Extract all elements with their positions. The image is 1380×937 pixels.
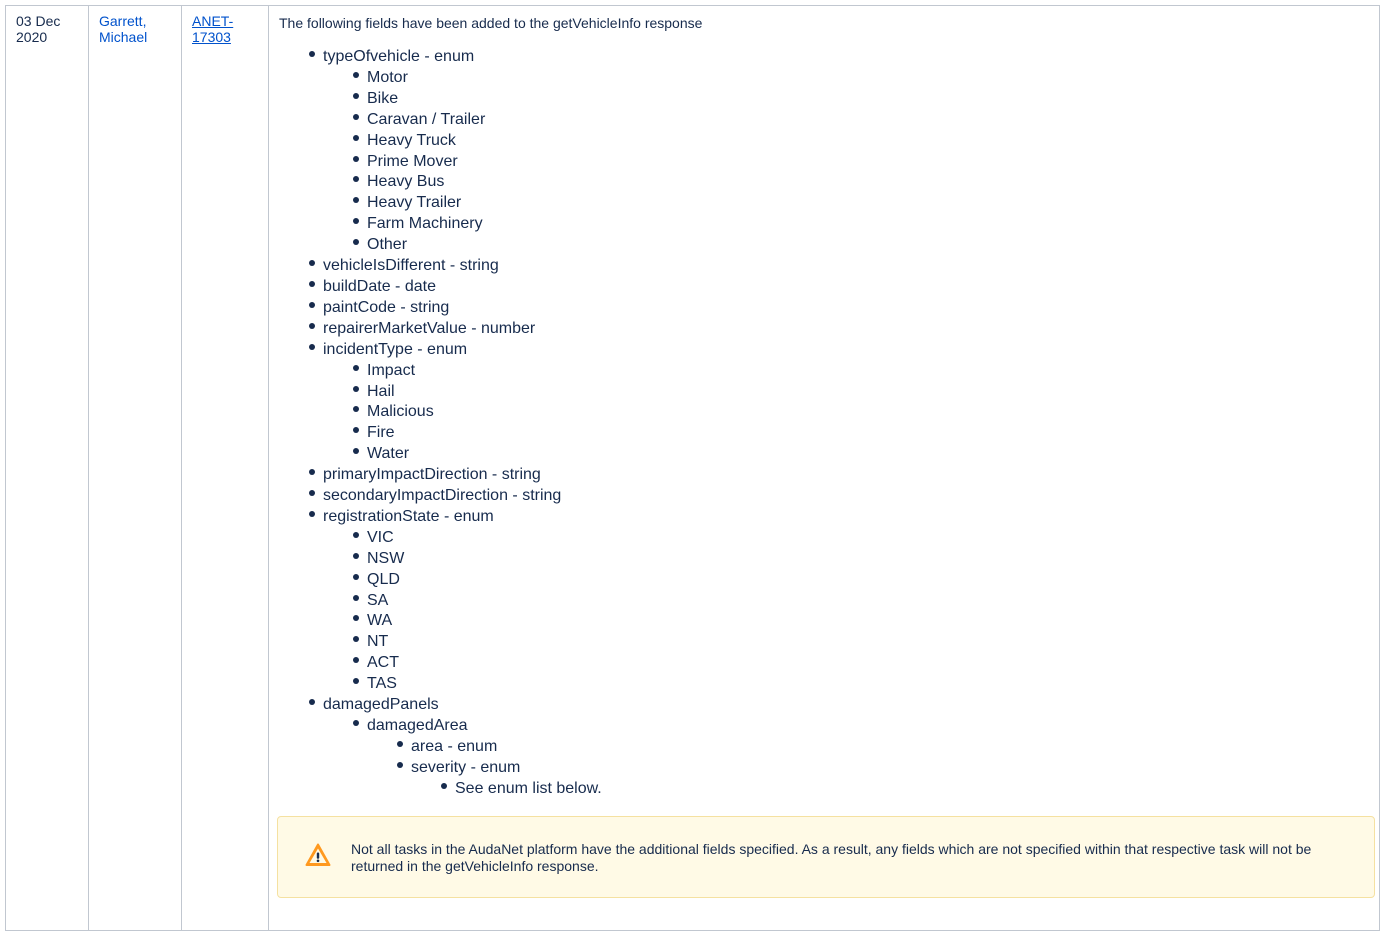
list-item: TAS bbox=[353, 674, 1369, 695]
list-item: WA bbox=[353, 611, 1369, 632]
list-item-label: area - enum bbox=[411, 737, 498, 755]
list-item-label: incidentType - enum bbox=[323, 340, 468, 358]
list-item: Fire bbox=[353, 423, 1369, 444]
list-item: Motor bbox=[353, 68, 1369, 89]
list-item-label: Motor bbox=[367, 68, 408, 86]
list-item: typeOfvehicle - enum Motor Bike Caravan / T… bbox=[309, 47, 1369, 256]
list-item: Hail bbox=[353, 382, 1369, 403]
list-item: Other bbox=[353, 235, 1369, 256]
list-item: QLD bbox=[353, 570, 1369, 591]
list-item-label: Fire bbox=[367, 424, 395, 442]
list-item: Prime Mover bbox=[353, 152, 1369, 173]
list-item-label: secondaryImpactDirection - string bbox=[323, 487, 562, 505]
warning-panel: Not all tasks in the AudaNet platform ha… bbox=[277, 815, 1375, 898]
list-item-label: repairerMarketValue - number bbox=[323, 319, 536, 337]
nested-list: VIC NSW QLD SA WA NT ACT TAS bbox=[323, 528, 1369, 695]
ticket-link[interactable]: ANET- 17303 bbox=[192, 13, 258, 45]
list-item: severity - enum See enum list below. bbox=[397, 758, 1369, 800]
list-item-label: Prime Mover bbox=[367, 152, 458, 170]
list-item: secondaryImpactDirection - string bbox=[309, 486, 1369, 507]
list-item-label: Bike bbox=[367, 89, 399, 107]
list-item: SA bbox=[353, 591, 1369, 612]
list-item-label: buildDate - date bbox=[323, 277, 436, 295]
list-item-label: severity - enum bbox=[411, 758, 521, 776]
list-item: primaryImpactDirection - string bbox=[309, 465, 1369, 486]
list-item-label: primaryImpactDirection - string bbox=[323, 466, 541, 484]
list-item-label: Malicious bbox=[367, 403, 434, 421]
list-item: buildDate - date bbox=[309, 277, 1369, 298]
list-item-label: TAS bbox=[367, 675, 397, 693]
author-cell: Garrett, Michael bbox=[88, 5, 182, 931]
list-item-label: NT bbox=[367, 633, 389, 651]
list-item-label: Heavy Truck bbox=[367, 131, 456, 149]
list-item-label: Other bbox=[367, 236, 408, 254]
nested-list: area - enum severity - enum See enum list … bbox=[367, 737, 1369, 800]
list-item-label: damagedPanels bbox=[323, 696, 439, 714]
list-item-label: ACT bbox=[367, 654, 399, 672]
list-item-label: Heavy Bus bbox=[367, 173, 445, 191]
ticket-cell: ANET- 17303 bbox=[181, 5, 269, 931]
list-item-label: Caravan / Trailer bbox=[367, 110, 486, 128]
nested-list: Impact Hail Malicious Fire Water bbox=[323, 361, 1369, 466]
list-item: Heavy Trailer bbox=[353, 193, 1369, 214]
author-first-name: Michael bbox=[99, 29, 148, 45]
list-item: ACT bbox=[353, 653, 1369, 674]
list-item-label: registrationState - enum bbox=[323, 507, 494, 525]
list-item-label: damagedArea bbox=[367, 717, 468, 734]
list-item: VIC bbox=[353, 528, 1369, 549]
list-item: repairerMarketValue - number bbox=[309, 319, 1369, 340]
list-item: damagedArea area - enum severity - enum See… bbox=[353, 716, 1369, 800]
list-item-label: WA bbox=[367, 612, 393, 630]
list-item: Farm Machinery bbox=[353, 214, 1369, 235]
list-item-label: QLD bbox=[367, 570, 400, 588]
list-item-label: paintCode - string bbox=[323, 298, 450, 316]
list-item: Impact bbox=[353, 361, 1369, 382]
date-year: 2020 bbox=[16, 29, 48, 45]
list-item: registrationState - enum VIC NSW QLD SA WA NT A… bbox=[309, 507, 1369, 695]
list-item: area - enum bbox=[397, 737, 1369, 758]
list-item-label: NSW bbox=[367, 549, 405, 567]
list-item: Malicious bbox=[353, 402, 1369, 423]
list-item-label: Impact bbox=[367, 361, 416, 379]
list-item-label: Heavy Trailer bbox=[367, 194, 462, 212]
nested-list: See enum list below. bbox=[411, 779, 1369, 800]
warning-triangle-icon bbox=[305, 843, 331, 866]
author-link[interactable]: Garrett, Michael bbox=[99, 13, 171, 45]
nested-list: damagedArea area - enum severity - enum See… bbox=[323, 716, 1369, 800]
list-item-label: Water bbox=[367, 445, 410, 463]
list-item: NT bbox=[353, 632, 1369, 653]
list-item-label: See enum list below. bbox=[455, 779, 602, 797]
nested-list: Motor Bike Caravan / Trailer Heavy Truck Pri… bbox=[323, 68, 1369, 256]
list-item-label: Hail bbox=[367, 382, 395, 400]
list-item: damagedPanels damagedArea area - enum sever… bbox=[309, 695, 1369, 800]
warning-text: Not all tasks in the AudaNet platform ha… bbox=[351, 840, 1312, 874]
changelog-table: 03 Dec 2020 Garrett, Michael ANET- 17303 bbox=[5, 5, 1380, 931]
list-item: Heavy Truck bbox=[353, 131, 1369, 152]
list-item-label: typeOfvehicle - enum bbox=[323, 48, 475, 65]
list-item: incidentType - enum Impact Hail Malicious Fi… bbox=[309, 340, 1369, 466]
description-intro: The following fields have been added to … bbox=[279, 15, 703, 31]
list-item: Caravan / Trailer bbox=[353, 110, 1369, 131]
field-list: typeOfvehicle - enum Motor Bike Caravan / T… bbox=[279, 47, 1369, 800]
ticket-number: 17303 bbox=[192, 29, 231, 45]
list-item-label: VIC bbox=[367, 528, 394, 546]
author-last-name: Garrett, bbox=[99, 13, 147, 29]
list-item: paintCode - string bbox=[309, 298, 1369, 319]
list-item: Heavy Bus bbox=[353, 172, 1369, 193]
list-item-label: Farm Machinery bbox=[367, 215, 483, 233]
list-item: Water bbox=[353, 444, 1369, 465]
date-day-month: 03 Dec bbox=[16, 13, 61, 29]
ticket-prefix: ANET- bbox=[192, 13, 234, 29]
date-cell: 03 Dec 2020 bbox=[5, 5, 89, 931]
table-row: 03 Dec 2020 Garrett, Michael ANET- 17303 bbox=[5, 5, 1380, 931]
description-cell: The following fields have been added to … bbox=[268, 5, 1380, 931]
list-item: vehicleIsDifferent - string bbox=[309, 256, 1369, 277]
list-item: NSW bbox=[353, 549, 1369, 570]
list-item: See enum list below. bbox=[441, 779, 1369, 800]
list-item-label: SA bbox=[367, 591, 389, 609]
list-item: Bike bbox=[353, 89, 1369, 110]
list-item-label: vehicleIsDifferent - string bbox=[323, 257, 499, 275]
